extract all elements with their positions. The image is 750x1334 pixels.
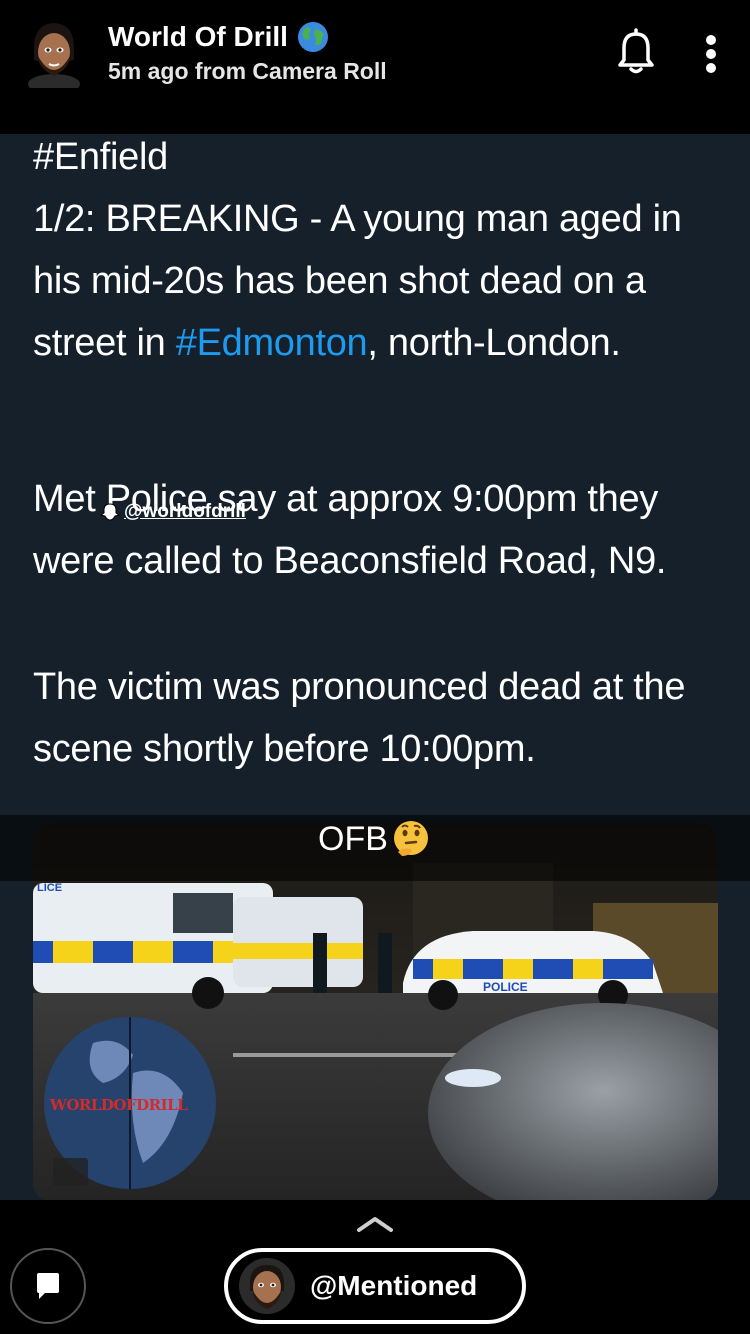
- post-meta: 5m ago from Camera Roll: [108, 58, 387, 84]
- mentioned-button[interactable]: @Mentioned: [224, 1248, 526, 1324]
- police-car-text: POLICE: [483, 980, 528, 994]
- ghost-icon: [100, 503, 120, 521]
- worldofdrill-logo: WORLDOFDRILL: [50, 1096, 188, 1114]
- mention-avatar: [239, 1258, 295, 1314]
- snapchat-watermark: @worldofdrill: [100, 501, 246, 523]
- tweet-screenshot: #Enfield 1/2: BREAKING - A young man age…: [0, 134, 750, 797]
- police-van-text: LICE: [37, 882, 62, 894]
- mentioned-label: @Mentioned: [310, 1270, 478, 1301]
- snap-caption: OFB: [0, 818, 750, 860]
- account-title[interactable]: World Of Drill: [108, 20, 330, 54]
- tweet-paragraph-2: Met Police say at approx 9:00pm they wer…: [33, 478, 667, 582]
- story-header: World Of Drill 5m ago from Camera Roll: [0, 0, 750, 134]
- more-vertical-icon[interactable]: [696, 34, 726, 76]
- hashtag-enfield: #Enfield: [33, 136, 168, 178]
- hashtag-edmonton: #Edmonton: [175, 322, 368, 364]
- bell-icon[interactable]: [616, 28, 656, 76]
- account-name: World Of Drill: [108, 21, 288, 52]
- bitmoji-avatar[interactable]: [24, 18, 84, 88]
- chat-icon: [37, 1273, 59, 1299]
- tweet-paragraph-1: 1/2: BREAKING - A young man aged in his …: [33, 198, 682, 364]
- thinking-face-emoji: [393, 821, 428, 856]
- tweet-paragraph-3: The victim was pronounced dead at the sc…: [33, 666, 686, 770]
- chevron-up-icon[interactable]: [355, 1214, 395, 1234]
- chat-button[interactable]: [10, 1248, 86, 1324]
- globe-icon: [297, 22, 328, 52]
